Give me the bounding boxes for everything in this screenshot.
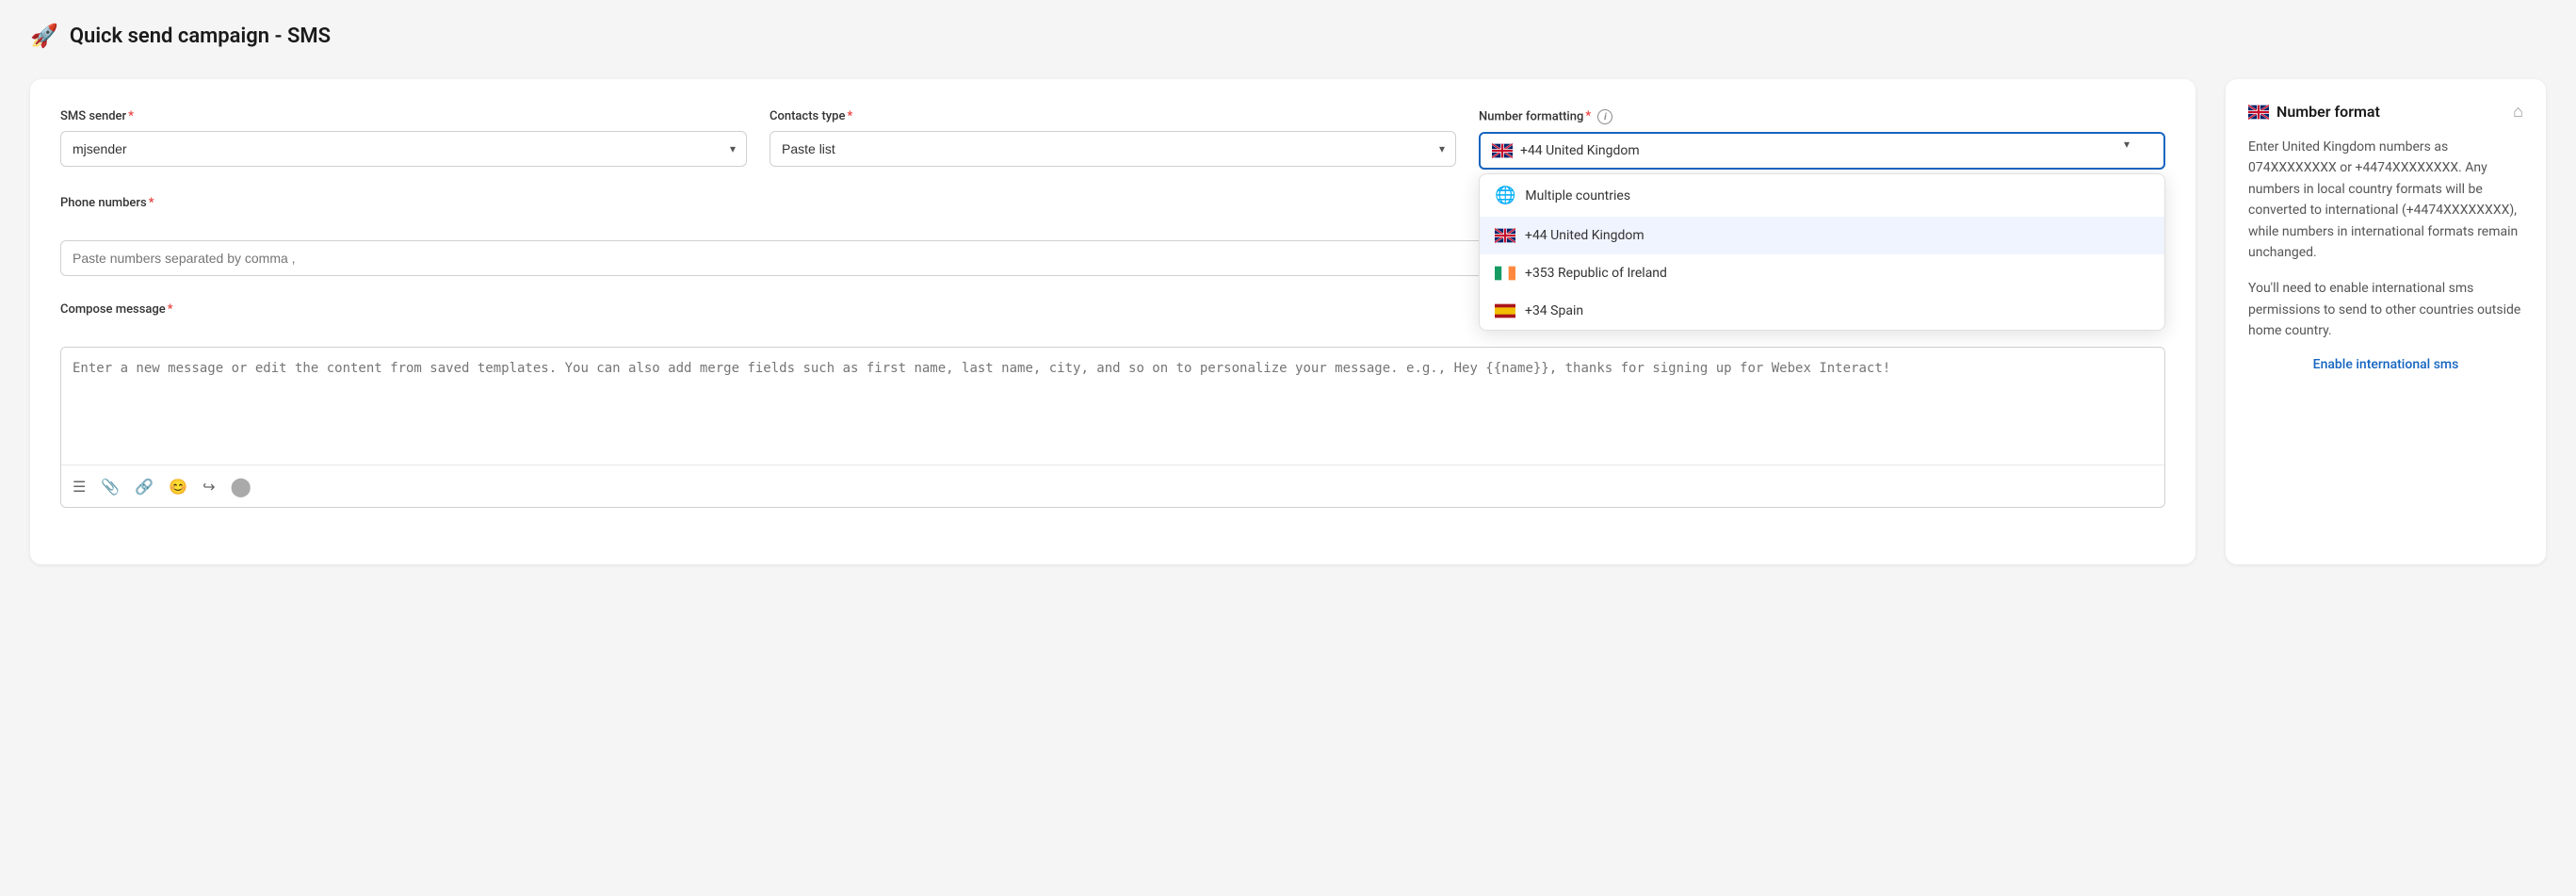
uk-flag-dropdown-icon xyxy=(1495,228,1515,243)
dropdown-item-ireland[interactable]: +353 Republic of Ireland xyxy=(1480,254,2164,292)
number-formatting-dropdown: 🌐 Multiple countries xyxy=(1479,173,2165,331)
number-formatting-chevron-icon: ▾ xyxy=(2124,138,2130,151)
info-panel-uk-flag-icon xyxy=(2248,105,2269,120)
compose-box: ☰ 📎 🔗 😊 ↪ ⬤ xyxy=(60,347,2165,508)
info-panel-text-2: You'll need to enable international sms … xyxy=(2248,278,2523,341)
dropdown-item-uk[interactable]: +44 United Kingdom xyxy=(1480,217,2164,254)
dropdown-item-uk-label: +44 United Kingdom xyxy=(1525,228,1644,243)
dropdown-item-multiple-label: Multiple countries xyxy=(1525,188,1630,204)
dropdown-item-spain-label: +34 Spain xyxy=(1525,303,1583,318)
emoji-icon[interactable]: 😊 xyxy=(169,478,187,496)
sms-sender-label: SMS sender* xyxy=(60,109,747,123)
top-form-row: SMS sender* mjsender ▾ Contacts type* xyxy=(60,109,2165,170)
home-icon[interactable]: ⌂ xyxy=(2513,102,2523,122)
sms-sender-select[interactable]: mjsender xyxy=(60,131,747,167)
info-panel: Number format ⌂ Enter United Kingdom num… xyxy=(2226,79,2546,564)
dropdown-item-ireland-label: +353 Republic of Ireland xyxy=(1525,266,1667,281)
link-icon[interactable]: 🔗 xyxy=(135,478,154,496)
ireland-flag-icon xyxy=(1495,266,1515,281)
number-formatting-label: Number formatting* i xyxy=(1479,109,2165,124)
form-panel: SMS sender* mjsender ▾ Contacts type* xyxy=(30,79,2195,564)
dropdown-item-multiple[interactable]: 🌐 Multiple countries xyxy=(1480,174,2164,217)
compose-toolbar: ☰ 📎 🔗 😊 ↪ ⬤ xyxy=(61,464,2164,507)
number-formatting-info-icon[interactable]: i xyxy=(1597,109,1612,124)
info-panel-title-wrapper: Number format xyxy=(2248,103,2380,121)
arrow-icon[interactable]: ↪ xyxy=(203,478,215,496)
contacts-type-select[interactable]: Paste list xyxy=(770,131,1456,167)
page-header: 🚀 Quick send campaign - SMS xyxy=(30,23,2546,49)
number-formatting-wrapper: +44 United Kingdom ▾ 🌐 Multiple countrie… xyxy=(1479,132,2165,170)
info-panel-text-1: Enter United Kingdom numbers as 074XXXXX… xyxy=(2248,137,2523,263)
sms-sender-group: SMS sender* mjsender ▾ xyxy=(60,109,747,170)
contacts-type-wrapper: Paste list ▾ xyxy=(770,131,1456,167)
page-title: Quick send campaign - SMS xyxy=(70,24,331,48)
spain-flag-icon xyxy=(1495,303,1515,318)
number-formatting-trigger[interactable]: +44 United Kingdom ▾ xyxy=(1479,132,2165,170)
contacts-type-label: Contacts type* xyxy=(770,109,1456,123)
circle-icon[interactable]: ⬤ xyxy=(231,475,251,497)
globe-icon: 🌐 xyxy=(1495,186,1515,205)
number-formatting-value: +44 United Kingdom xyxy=(1520,143,1640,158)
contacts-type-group: Contacts type* Paste list ▾ xyxy=(770,109,1456,170)
info-panel-header: Number format ⌂ xyxy=(2248,102,2523,122)
compose-message-row: Compose message* ☰ 📎 🔗 😊 ↪ ⬤ xyxy=(60,302,2165,508)
uk-flag-icon xyxy=(1492,143,1513,158)
compose-message-textarea[interactable] xyxy=(61,348,2164,461)
attach-icon[interactable]: 📎 xyxy=(101,478,120,496)
info-panel-title: Number format xyxy=(2276,103,2380,121)
number-formatting-group: Number formatting* i xyxy=(1479,109,2165,170)
list-icon[interactable]: ☰ xyxy=(73,478,86,496)
sms-sender-wrapper: mjsender ▾ xyxy=(60,131,747,167)
enable-international-sms-link[interactable]: Enable international sms xyxy=(2248,357,2523,372)
rocket-icon: 🚀 xyxy=(30,23,58,49)
dropdown-item-spain[interactable]: +34 Spain xyxy=(1480,292,2164,330)
